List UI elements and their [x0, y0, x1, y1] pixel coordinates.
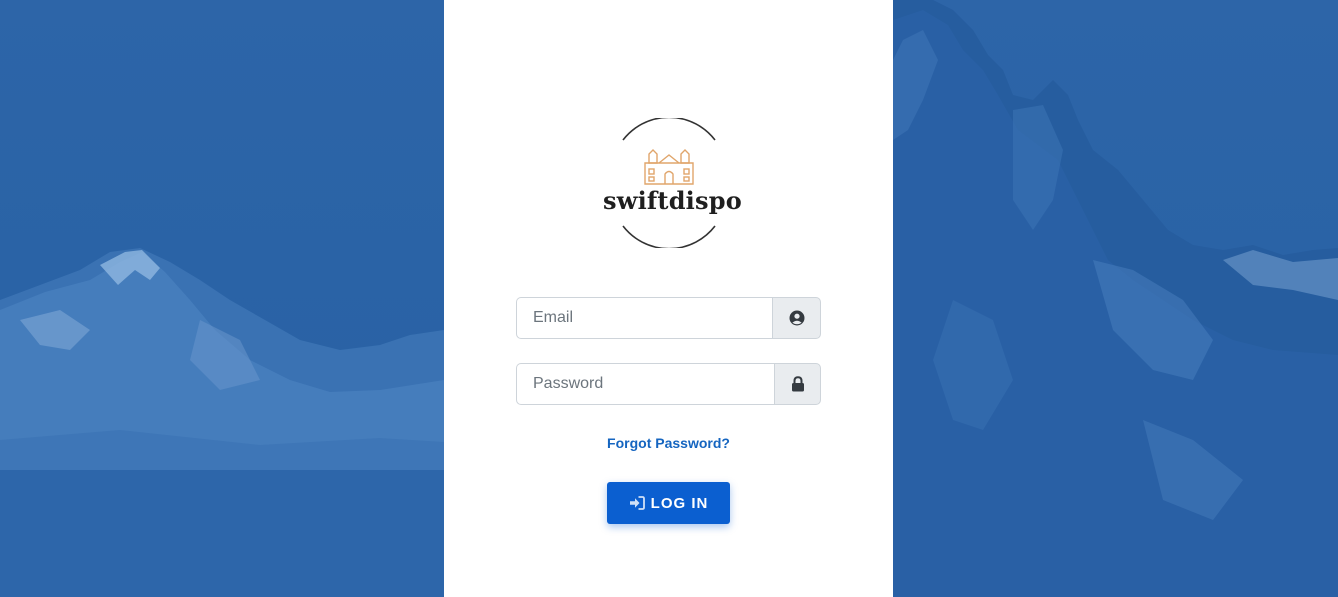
email-input[interactable] — [516, 297, 772, 339]
forgot-password-link[interactable]: Forgot Password? — [444, 435, 893, 451]
lock-icon — [791, 376, 804, 392]
user-circle-icon — [789, 310, 804, 326]
login-page: swiftdispo Forgot Password? — [0, 0, 1338, 597]
email-addon — [772, 297, 821, 339]
password-field-group — [516, 363, 821, 405]
brand-name: swiftdispo — [603, 186, 742, 215]
sign-in-icon — [629, 496, 645, 510]
password-input[interactable] — [516, 363, 774, 405]
background-mountain-left — [0, 0, 444, 597]
login-button[interactable]: LOG IN — [607, 482, 730, 524]
logo-ring — [622, 116, 716, 250]
login-button-label: LOG IN — [650, 494, 709, 512]
brand-logo: swiftdispo — [603, 116, 742, 250]
email-field-group — [516, 297, 821, 339]
password-addon — [774, 363, 821, 405]
login-panel: swiftdispo Forgot Password? — [444, 0, 893, 597]
background-mountain-right — [893, 0, 1338, 597]
house-icon — [644, 149, 694, 185]
